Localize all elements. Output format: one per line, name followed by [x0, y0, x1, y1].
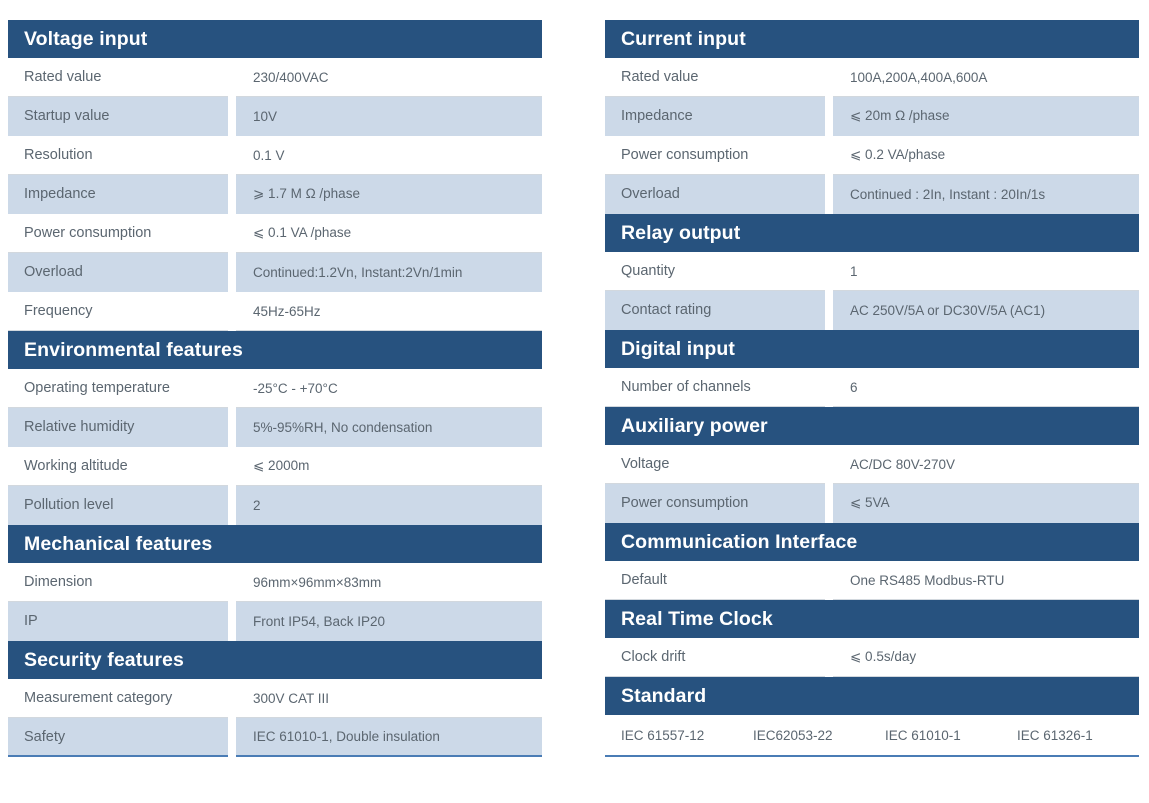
section-header-current-input: Current input [605, 20, 1139, 58]
spec-value: ⩽ 20m Ω /phase [833, 97, 1139, 136]
section-header-mechanical-features: Mechanical features [8, 525, 542, 563]
spec-value: 300V CAT III [236, 679, 542, 718]
spec-value: Continued : 2In, Instant : 20In/1s [833, 175, 1139, 214]
spec-row: Quantity 1 [605, 252, 1139, 291]
spec-label: Power consumption [605, 136, 825, 175]
spec-value: 230/400VAC [236, 58, 542, 97]
spec-value: Front IP54, Back IP20 [236, 602, 542, 641]
spec-label: Measurement category [8, 679, 228, 718]
section-header-communication-interface: Communication Interface [605, 523, 1139, 561]
spec-row: Impedance ⩽ 20m Ω /phase [605, 97, 1139, 136]
spec-label: Impedance [605, 97, 825, 136]
spec-row: Default One RS485 Modbus-RTU [605, 561, 1139, 600]
spec-label: Quantity [605, 252, 825, 291]
spec-label: Impedance [8, 175, 228, 214]
spec-row: Power consumption ⩽ 0.1 VA /phase [8, 214, 542, 253]
spec-label: Rated value [605, 58, 825, 97]
spec-value: 45Hz-65Hz [236, 292, 542, 331]
section-header-digital-input: Digital input [605, 330, 1139, 368]
spec-value: ⩽ 0.5s/day [833, 638, 1139, 677]
spec-row: Resolution 0.1 V [8, 136, 542, 175]
spec-value: Continued:1.2Vn, Instant:2Vn/1min [236, 253, 542, 292]
spec-value: -25°C - +70°C [236, 369, 542, 408]
spec-row: Impedance ⩾ 1.7 M Ω /phase [8, 175, 542, 214]
spec-label: Power consumption [8, 214, 228, 253]
standards-row: IEC 61557-12 IEC62053-22 IEC 61010-1 IEC 61… [605, 715, 1139, 757]
spec-value: ⩽ 0.1 VA /phase [236, 214, 542, 253]
spec-label: Voltage [605, 445, 825, 484]
spec-label: Relative humidity [8, 408, 228, 447]
spec-value: 100A,200A,400A,600A [833, 58, 1139, 97]
section-header-real-time-clock: Real Time Clock [605, 600, 1139, 638]
spec-label: Number of channels [605, 368, 825, 407]
spec-row: Power consumption ⩽ 5VA [605, 484, 1139, 523]
spec-value: 2 [236, 486, 542, 525]
spec-label: Startup value [8, 97, 228, 136]
spec-value: 6 [833, 368, 1139, 407]
spec-label: Resolution [8, 136, 228, 175]
specification-sheet: Voltage input Rated value 230/400VAC Startu… [0, 0, 1149, 803]
spec-row: Rated value 100A,200A,400A,600A [605, 58, 1139, 97]
spec-label: Rated value [8, 58, 228, 97]
spec-value: 1 [833, 252, 1139, 291]
spec-row: Frequency 45Hz-65Hz [8, 292, 542, 331]
spec-label: Overload [605, 175, 825, 214]
spec-value: ⩽ 0.2 VA/phase [833, 136, 1139, 175]
spec-row: Dimension 96mm×96mm×83mm [8, 563, 542, 602]
section-header-environmental-features: Environmental features [8, 331, 542, 369]
section-header-auxiliary-power: Auxiliary power [605, 407, 1139, 445]
spec-row: Working altitude ⩽ 2000m [8, 447, 542, 486]
spec-label: Working altitude [8, 447, 228, 486]
standards-list: IEC 61557-12 IEC62053-22 IEC 61010-1 IEC 61… [605, 715, 1139, 757]
spec-value: 10V [236, 97, 542, 136]
spec-row: Relative humidity 5%-95%RH, No condensati… [8, 408, 542, 447]
spec-value: IEC 61010-1, Double insulation [236, 718, 542, 757]
spec-label: Frequency [8, 292, 228, 331]
section-header-voltage-input: Voltage input [8, 20, 542, 58]
spec-value: 5%-95%RH, No condensation [236, 408, 542, 447]
spec-value: ⩽ 5VA [833, 484, 1139, 523]
spec-value: One RS485 Modbus-RTU [833, 561, 1139, 600]
spec-value: 96mm×96mm×83mm [236, 563, 542, 602]
spec-row: Measurement category 300V CAT III [8, 679, 542, 718]
spec-row: Startup value 10V [8, 97, 542, 136]
spec-row: Voltage AC/DC 80V-270V [605, 445, 1139, 484]
spec-label: Dimension [8, 563, 228, 602]
right-spec-column: Current input Rated value 100A,200A,400A,6… [605, 20, 1139, 803]
spec-label: Clock drift [605, 638, 825, 677]
spec-row: Overload Continued : 2In, Instant : 20In/… [605, 175, 1139, 214]
spec-row: Contact rating AC 250V/5A or DC30V/5A (AC… [605, 291, 1139, 330]
spec-label: Pollution level [8, 486, 228, 525]
spec-label: IP [8, 602, 228, 641]
spec-label: Operating temperature [8, 369, 228, 408]
left-spec-column: Voltage input Rated value 230/400VAC Startu… [8, 20, 542, 803]
spec-value: ⩾ 1.7 M Ω /phase [236, 175, 542, 214]
section-header-standard: Standard [605, 677, 1139, 715]
standard-item: IEC 61557-12 [621, 727, 705, 743]
spec-value: 0.1 V [236, 136, 542, 175]
standard-item: IEC 61326-1 [1017, 727, 1093, 743]
spec-row: IP Front IP54, Back IP20 [8, 602, 542, 641]
spec-label: Contact rating [605, 291, 825, 330]
spec-row: Clock drift ⩽ 0.5s/day [605, 638, 1139, 677]
spec-row: Pollution level 2 [8, 486, 542, 525]
spec-value: ⩽ 2000m [236, 447, 542, 486]
spec-value: AC/DC 80V-270V [833, 445, 1139, 484]
section-header-relay-output: Relay output [605, 214, 1139, 252]
spec-label: Power consumption [605, 484, 825, 523]
spec-label: Default [605, 561, 825, 600]
spec-row: Overload Continued:1.2Vn, Instant:2Vn/1mi… [8, 253, 542, 292]
spec-row: Safety IEC 61010-1, Double insulation [8, 718, 542, 757]
standard-item: IEC 61010-1 [885, 727, 961, 743]
spec-label: Safety [8, 718, 228, 757]
spec-row: Number of channels 6 [605, 368, 1139, 407]
spec-value: AC 250V/5A or DC30V/5A (AC1) [833, 291, 1139, 330]
spec-row: Operating temperature -25°C - +70°C [8, 369, 542, 408]
section-header-security-features: Security features [8, 641, 542, 679]
spec-label: Overload [8, 253, 228, 292]
spec-row: Power consumption ⩽ 0.2 VA/phase [605, 136, 1139, 175]
spec-row: Rated value 230/400VAC [8, 58, 542, 97]
standard-item: IEC62053-22 [753, 727, 833, 743]
